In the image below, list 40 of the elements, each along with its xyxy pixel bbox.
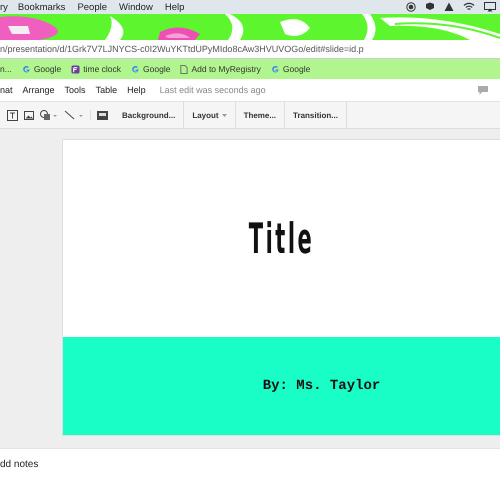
- wifi-icon[interactable]: [463, 2, 475, 12]
- app-icon: [71, 64, 80, 74]
- menu-item[interactable]: Bookmarks: [18, 2, 66, 12]
- box-icon[interactable]: [425, 2, 435, 12]
- bookmark[interactable]: Google: [131, 64, 170, 74]
- menu-item[interactable]: ry: [0, 2, 8, 12]
- menu-item[interactable]: People: [77, 2, 108, 12]
- google-icon: [131, 64, 140, 74]
- menu-item[interactable]: Help: [164, 2, 184, 12]
- page-icon: [180, 64, 188, 74]
- toolbar-button[interactable]: Transition...: [285, 102, 347, 128]
- toolbar-button[interactable]: Theme...: [236, 102, 286, 128]
- menu-item[interactable]: Help: [127, 85, 146, 95]
- google-icon: [22, 64, 31, 74]
- menu-item[interactable]: Table: [96, 85, 118, 95]
- slide-subtitle: By: Ms. Taylor: [262, 378, 380, 394]
- bookmark[interactable]: n...: [0, 64, 12, 74]
- line-icon[interactable]: [64, 110, 84, 120]
- bookmark[interactable]: Google: [270, 64, 310, 74]
- shape-icon[interactable]: [40, 110, 58, 120]
- record-icon[interactable]: [406, 2, 416, 12]
- toolbar-button[interactable]: Background...: [114, 102, 184, 128]
- notes-field[interactable]: dd notes: [0, 459, 38, 470]
- image-icon[interactable]: [24, 110, 34, 120]
- text-box-icon[interactable]: [7, 110, 18, 120]
- slide-icon[interactable]: [97, 110, 108, 120]
- caret-icon: [222, 114, 227, 116]
- menu-item[interactable]: Tools: [64, 85, 86, 95]
- menu-item[interactable]: Window: [119, 2, 153, 12]
- bookmark[interactable]: time clock: [71, 64, 122, 74]
- save-status: Last edit was seconds ago: [160, 85, 266, 95]
- display-icon[interactable]: [484, 2, 496, 12]
- slide-title: Title: [248, 214, 314, 263]
- triangle-icon[interactable]: [444, 2, 454, 12]
- menu-item[interactable]: Arrange: [22, 85, 55, 95]
- google-icon: [270, 64, 280, 74]
- bookmark[interactable]: Add to MyRegistry: [180, 64, 261, 74]
- bookmark[interactable]: Google: [22, 64, 62, 74]
- menu-item[interactable]: nat: [0, 85, 13, 95]
- toolbar-button[interactable]: Layout: [184, 102, 236, 128]
